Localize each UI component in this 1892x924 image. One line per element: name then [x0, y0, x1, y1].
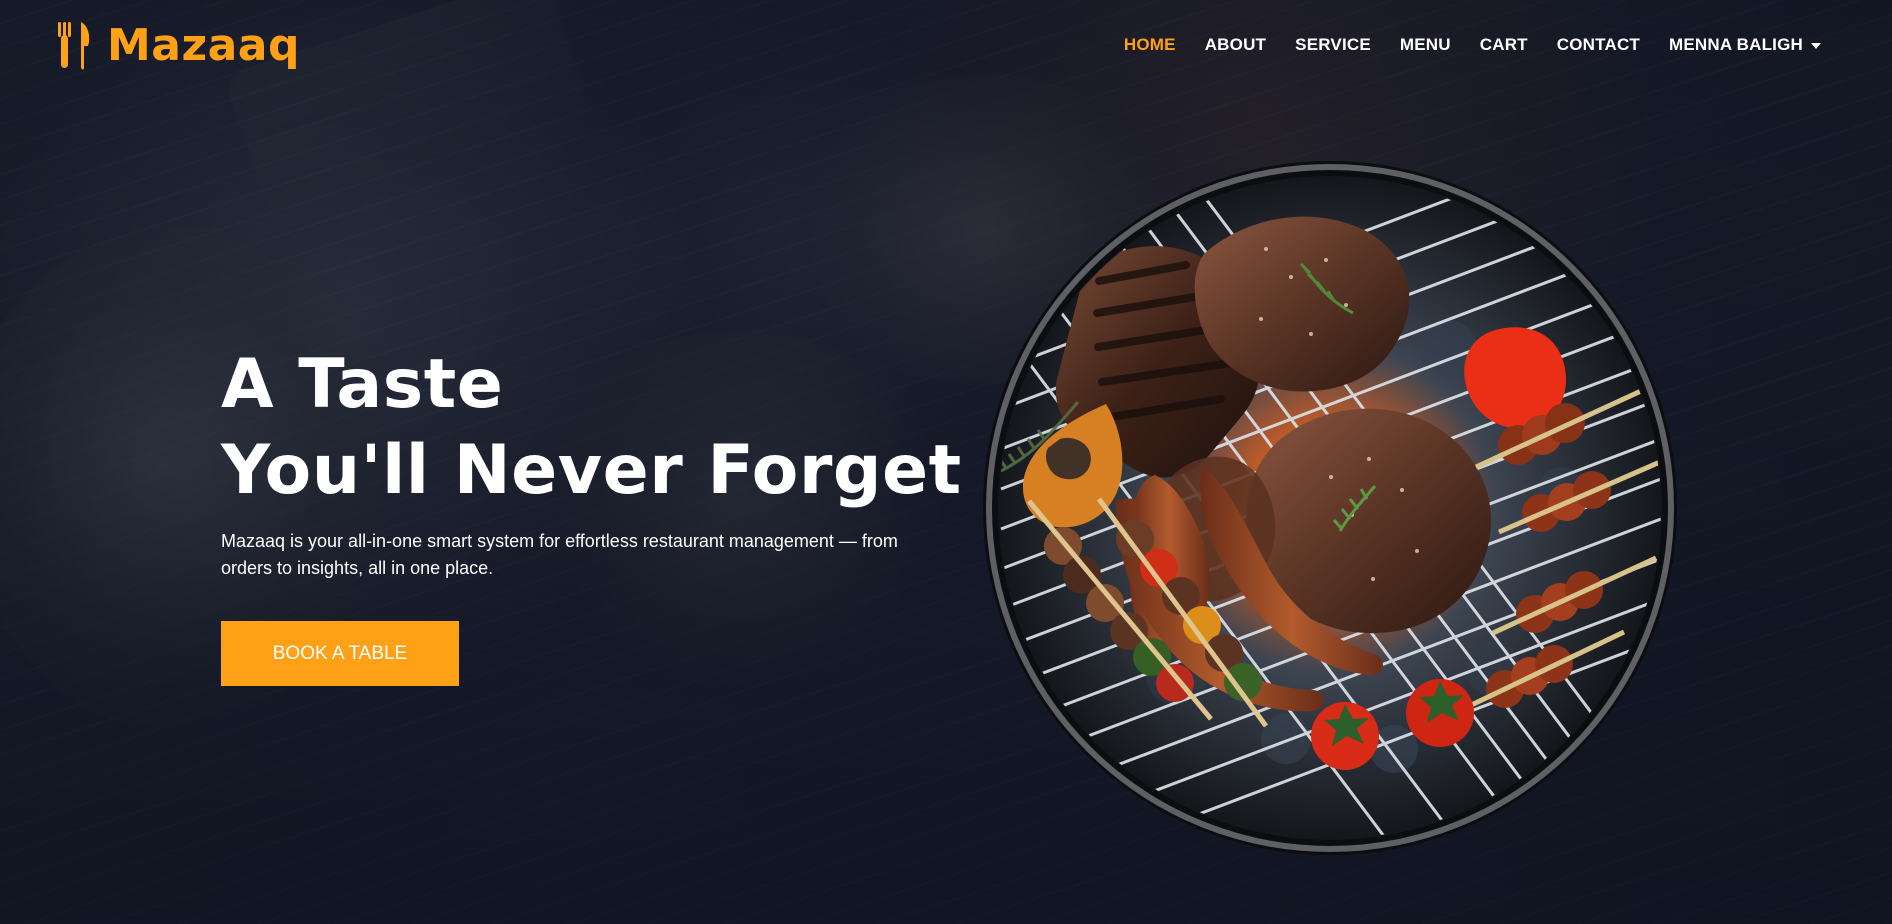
main-nav: HOME ABOUT SERVICE MENU CART CONTACT MEN… [1124, 36, 1821, 53]
hero-title-line: You'll Never Forget [221, 431, 962, 510]
nav-cart[interactable]: CART [1480, 36, 1528, 53]
hero-title: A Taste You'll Never Forget [221, 342, 962, 514]
nav-contact[interactable]: CONTACT [1557, 36, 1640, 53]
book-table-button[interactable]: BOOK A TABLE [221, 621, 459, 686]
nav-about[interactable]: ABOUT [1205, 36, 1266, 53]
user-name: MENNA BALIGH [1669, 35, 1803, 54]
brand-link[interactable]: Mazaaq [53, 22, 300, 70]
hero-copy: A Taste You'll Never Forget Mazaaq is yo… [221, 342, 962, 686]
hero-description: Mazaaq is your all-in-one smart system f… [221, 531, 898, 578]
nav-menu[interactable]: MENU [1400, 36, 1451, 53]
brand-name: Mazaaq [107, 20, 300, 71]
grilled-food-image [981, 159, 1679, 857]
hero-section: Mazaaq HOME ABOUT SERVICE MENU CART CONT… [0, 0, 1892, 924]
user-dropdown[interactable]: MENNA BALIGH [1669, 36, 1821, 53]
top-navigation: Mazaaq HOME ABOUT SERVICE MENU CART CONT… [0, 0, 1892, 96]
hero-title-line: A Taste [221, 345, 504, 424]
caret-down-icon [1811, 42, 1821, 49]
nav-home[interactable]: HOME [1124, 36, 1176, 53]
utensils-icon [53, 22, 95, 70]
nav-service[interactable]: SERVICE [1295, 36, 1371, 53]
